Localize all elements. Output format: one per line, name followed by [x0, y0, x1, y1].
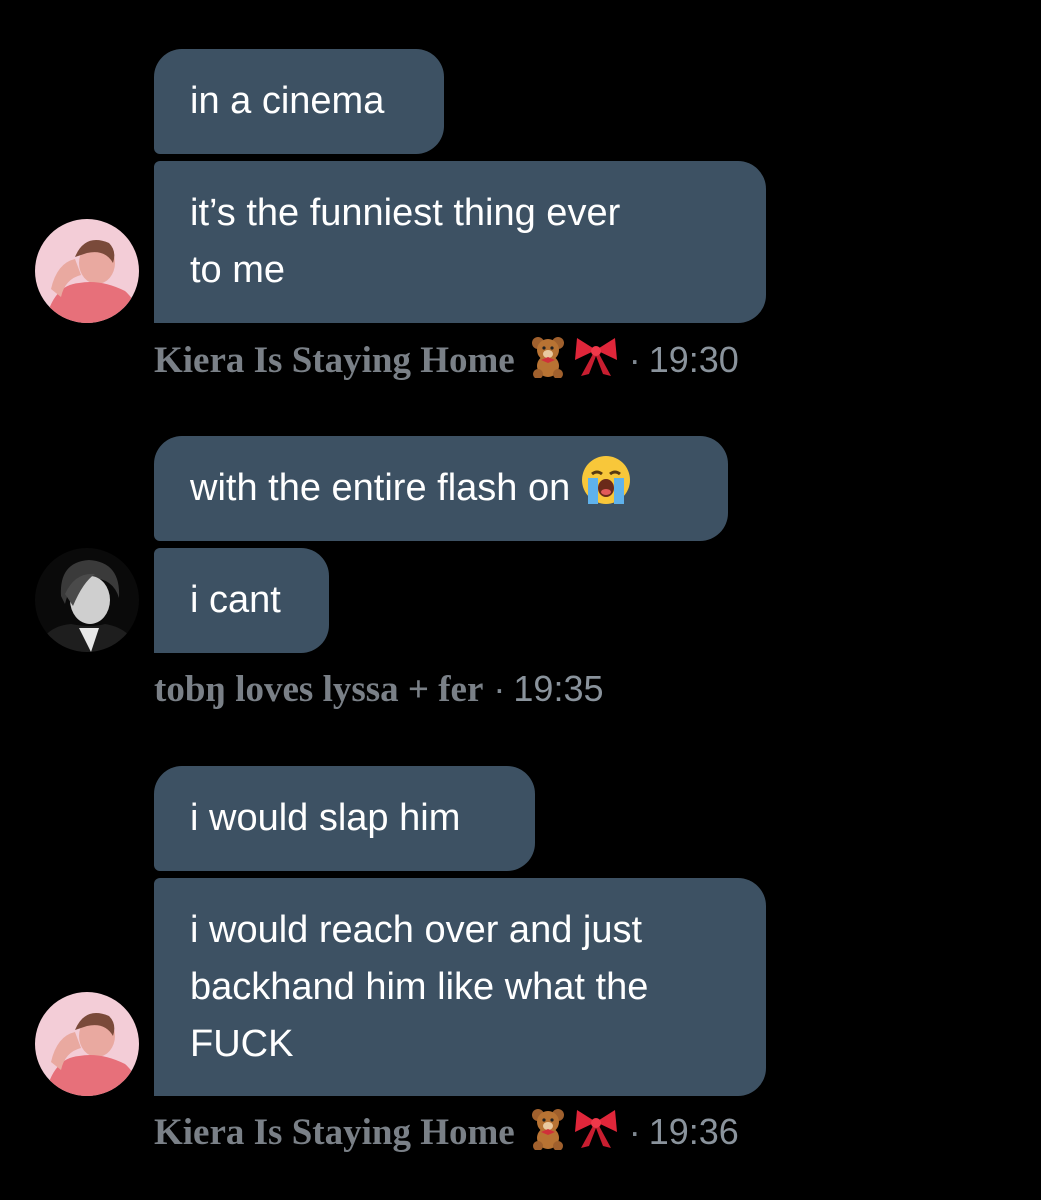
message-group-3: i would slap him i would reach over and … [0, 0, 1041, 1200]
meta-separator: · [628, 1111, 641, 1152]
message-text: i would slap him [190, 797, 461, 839]
message-bubble[interactable]: i would slap him [154, 766, 535, 871]
avatar[interactable] [35, 992, 139, 1096]
message-bubble[interactable]: i would reach over and just backhand him… [154, 878, 766, 1096]
ribbon-emoji-icon [573, 1106, 619, 1159]
message-meta: Kiera Is Staying Home · 19:36 [154, 1105, 739, 1159]
timestamp: 19:36 [648, 1111, 739, 1152]
message-text: i would reach over and just backhand him… [190, 908, 649, 1065]
teddy-bear-emoji-icon [529, 1106, 567, 1159]
sender-name[interactable]: Kiera Is Staying Home [154, 1111, 515, 1154]
